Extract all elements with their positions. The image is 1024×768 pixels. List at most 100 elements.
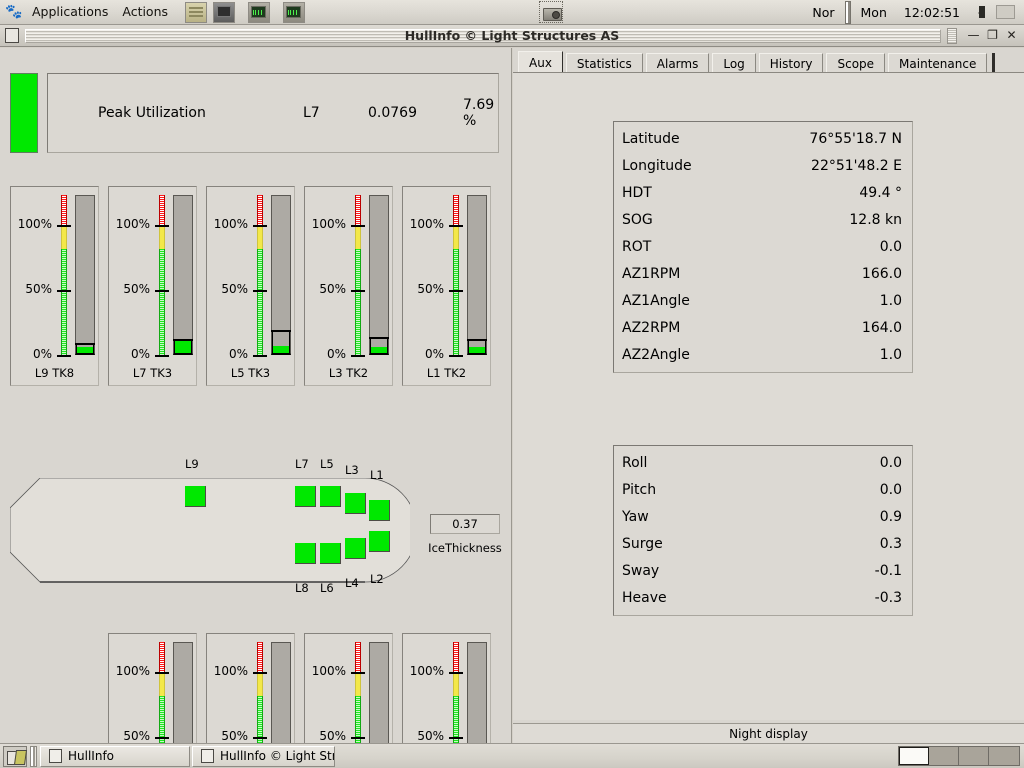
table-row: Longitude 22°51'48.2 E [614,152,912,179]
task-button-hullinfo[interactable]: HullInfo [40,745,190,767]
panel-grip[interactable] [844,0,851,24]
gauge-widget[interactable]: 100%50%0% [402,633,491,743]
tab-history[interactable]: History [758,53,824,73]
row-value: 76°55'18.7 N [809,130,902,147]
gauge-caption: L3 TK2 [328,366,369,380]
gauge-widget[interactable]: 100%50%0% [108,633,197,743]
gauge-tick [253,355,267,357]
table-row: AZ1Angle 1.0 [614,287,912,314]
tab-statistics[interactable]: Statistics [565,53,643,73]
tab-aux[interactable]: Aux [518,51,563,73]
gauge-widget[interactable]: 100% 50% 0% L5 TK3 [206,186,295,386]
system-monitor-icon[interactable] [283,1,306,23]
window-titlebar[interactable]: HullInfo © Light Structures AS — ❐ ✕ [0,25,1024,47]
terminal-icon[interactable] [213,1,236,23]
scale-red-zone [159,195,165,225]
gauge-peak-stem [289,332,290,353]
table-row: Pitch 0.0 [614,476,912,503]
gauge-tick [253,737,267,739]
gauge-peak-marker [467,339,487,342]
maximize-button[interactable]: ❐ [986,29,999,43]
hull-sensor-label-l2: L2 [370,572,384,586]
hull-sensor-label-l3: L3 [345,463,359,477]
gauge-widget[interactable]: 100%50%0% [206,633,295,743]
workspace-2[interactable] [929,747,959,765]
aux-tab-panel: Latitude 76°55'18.7 N Longitude 22°51'48.2 … [513,72,1024,720]
hull-sensor-l1[interactable] [369,500,390,521]
gauge-peak-stem [370,338,371,353]
gauge-tick-label: 50% [25,282,52,296]
scale-red-zone [453,642,459,672]
system-monitor-icon[interactable] [248,1,271,23]
gauge-tick-label: 100% [409,217,444,231]
tab-alarms[interactable]: Alarms [645,53,710,73]
gauge-widget[interactable]: 100% 50% 0% L3 TK2 [304,186,393,386]
gauge-tick [351,672,365,674]
hull-sensor-l9[interactable] [185,486,206,507]
gauge-peak-marker [173,339,193,342]
gnome-foot-icon[interactable]: 🐾 [3,2,25,23]
workspace-1[interactable] [899,747,929,765]
hull-sensor-l2[interactable] [369,531,390,552]
hull-sensor-l6[interactable] [320,543,341,564]
hull-sensor-label-l6: L6 [320,581,334,595]
close-button[interactable]: ✕ [1005,29,1018,43]
hull-sensor-l3[interactable] [345,493,366,514]
gauge-widget[interactable]: 100%50%0% [304,633,393,743]
actions-menu[interactable]: Actions [115,1,175,23]
gauge-widget[interactable]: 100% 50% 0% L1 TK2 [402,186,491,386]
scale-red-zone [355,195,361,225]
tab-scope[interactable]: Scope [826,53,886,73]
row-value: 0.3 [879,535,902,552]
table-row: ROT 0.0 [614,233,912,260]
gauge-widget[interactable]: 100% 50% 0% L7 TK3 [108,186,197,386]
hull-sensor-l4[interactable] [345,538,366,559]
scale-green-zone [61,249,67,355]
row-value: 22°51'48.2 E [811,157,902,174]
table-row: SOG 12.8 kn [614,206,912,233]
gauge-caption: L7 TK3 [132,366,173,380]
tab-log[interactable]: Log [712,53,756,73]
gauge-bar [173,195,193,355]
workspace-switcher[interactable] [898,746,1020,766]
speaker-icon[interactable] [972,2,990,22]
peak-utilization-box[interactable]: Peak Utilization L7 0.0769 7.69 % [47,73,499,153]
table-row: Sway -0.1 [614,557,912,584]
minimize-button[interactable]: — [967,29,980,43]
tab-maintenance[interactable]: Maintenance [888,53,988,73]
window-menu-icon[interactable] [5,28,19,43]
show-desktop-icon[interactable] [3,745,27,767]
gauge-tick [57,225,71,227]
workspace-3[interactable] [959,747,989,765]
gauge-color-scale [257,642,263,743]
drawer-icon[interactable] [185,1,208,23]
gauge-bar [369,195,389,355]
gauge-row-bottom: 100%50%0%100%50%0%100%50%0%100%50%0% [108,633,500,743]
applications-menu[interactable]: Applications [25,1,115,23]
window-controls: — ❐ ✕ [947,27,1024,44]
gauge-tick-label: 100% [17,217,52,231]
table-row: Heave -0.3 [614,584,912,611]
camera-icon[interactable] [538,1,563,23]
gauge-peak-stem [485,341,486,353]
gauge-fill [370,346,388,353]
gauge-tick-label: 0% [32,347,52,361]
workspace-4[interactable] [989,747,1019,765]
table-row: AZ2RPM 164.0 [614,314,912,341]
scale-yellow-zone [257,672,263,696]
tab-strip-end [992,53,996,73]
scale-green-zone [257,696,263,743]
hull-sensor-l7[interactable] [295,486,316,507]
hull-sensor-l5[interactable] [320,486,341,507]
taskbar-grip[interactable] [30,745,37,767]
gauge-widget[interactable]: 100% 50% 0% L9 TK8 [10,186,99,386]
gauge-color-scale [257,195,263,355]
clock[interactable]: 12:02:51 [896,5,968,20]
hull-sensor-l8[interactable] [295,543,316,564]
task-button-hullinfo-main[interactable]: HullInfo © Light Str [192,745,335,767]
tray-icon[interactable] [996,5,1016,19]
row-value: 1.0 [879,346,902,363]
keyboard-layout-indicator[interactable]: Nor [803,5,843,20]
gauge-fill [468,347,486,353]
navigation-table: Latitude 76°55'18.7 N Longitude 22°51'48.2 … [613,121,913,373]
